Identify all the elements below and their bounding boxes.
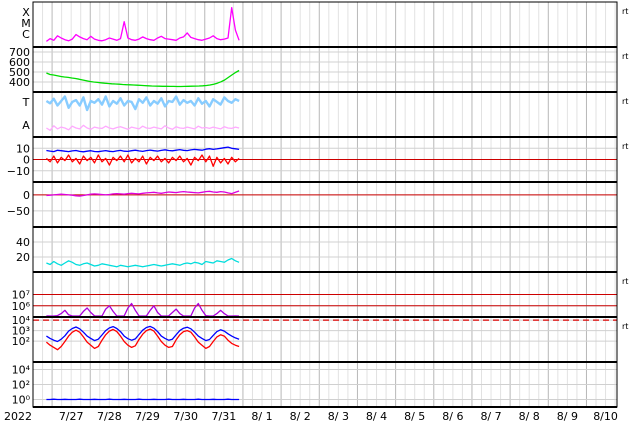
- x-axis-year-label: 2022: [4, 410, 32, 423]
- space-weather-chart: XMCrt700600500400rtTArt100−10rt0−5040201…: [4, 1, 628, 423]
- wind-speed-series-1: [46, 69, 240, 88]
- panel-side-label: rt: [622, 7, 628, 16]
- x-tick-label: 8/ 9: [557, 410, 578, 423]
- y-tick-label: 400: [9, 76, 30, 89]
- x-tick-label: 7/31: [211, 410, 236, 423]
- x-tick-label: 8/ 4: [366, 410, 387, 423]
- x-tick-label: 8/ 8: [519, 410, 540, 423]
- y-tick-label: 10⁶: [12, 300, 31, 313]
- y-tick-label: 20: [16, 251, 30, 264]
- panel-side-label: rt: [622, 277, 628, 286]
- panel-side-label: rt: [622, 142, 628, 151]
- x-tick-label: 8/ 5: [404, 410, 425, 423]
- x-tick-label: 8/ 6: [442, 410, 463, 423]
- kp-series-1: [46, 257, 240, 268]
- y-tick-label: 0: [23, 189, 30, 202]
- y-letter-label: T: [22, 96, 30, 109]
- x-tick-label: 7/28: [97, 410, 122, 423]
- y-tick-label: 10²: [12, 379, 30, 392]
- y-tick-label: 10⁰: [12, 394, 31, 407]
- x-tick-label: 8/ 2: [290, 410, 311, 423]
- y-tick-label: 10⁴: [12, 364, 31, 377]
- x-tick-label: 8/ 3: [328, 410, 349, 423]
- y-tick-label: 10²: [12, 335, 30, 348]
- y-tick-label: 40: [16, 236, 30, 249]
- density-series-1: [45, 95, 240, 112]
- x-tick-label: 7/30: [173, 410, 198, 423]
- x-tick-label: 8/ 7: [480, 410, 501, 423]
- x-tick-label: 8/ 1: [251, 410, 272, 423]
- y-letter-label: C: [22, 28, 30, 41]
- y-tick-label: −50: [7, 205, 30, 218]
- x-tick-label: 8/10: [593, 410, 618, 423]
- x-tick-label: 7/27: [59, 410, 84, 423]
- y-tick-label: −10: [7, 165, 30, 178]
- y-letter-label: A: [22, 119, 30, 132]
- panel-side-label: rt: [622, 97, 628, 106]
- density-series-2: [46, 124, 240, 131]
- x-tick-label: 7/29: [135, 410, 160, 423]
- label-layer: XMCrt700600500400rtTArt100−10rt0−5040201…: [4, 6, 628, 423]
- imf-series-2: [45, 154, 240, 167]
- grid-layer: [33, 2, 617, 407]
- panel-side-label: rt: [622, 52, 628, 61]
- xray-series-1: [46, 6, 240, 42]
- panel-side-label: rt: [622, 322, 628, 331]
